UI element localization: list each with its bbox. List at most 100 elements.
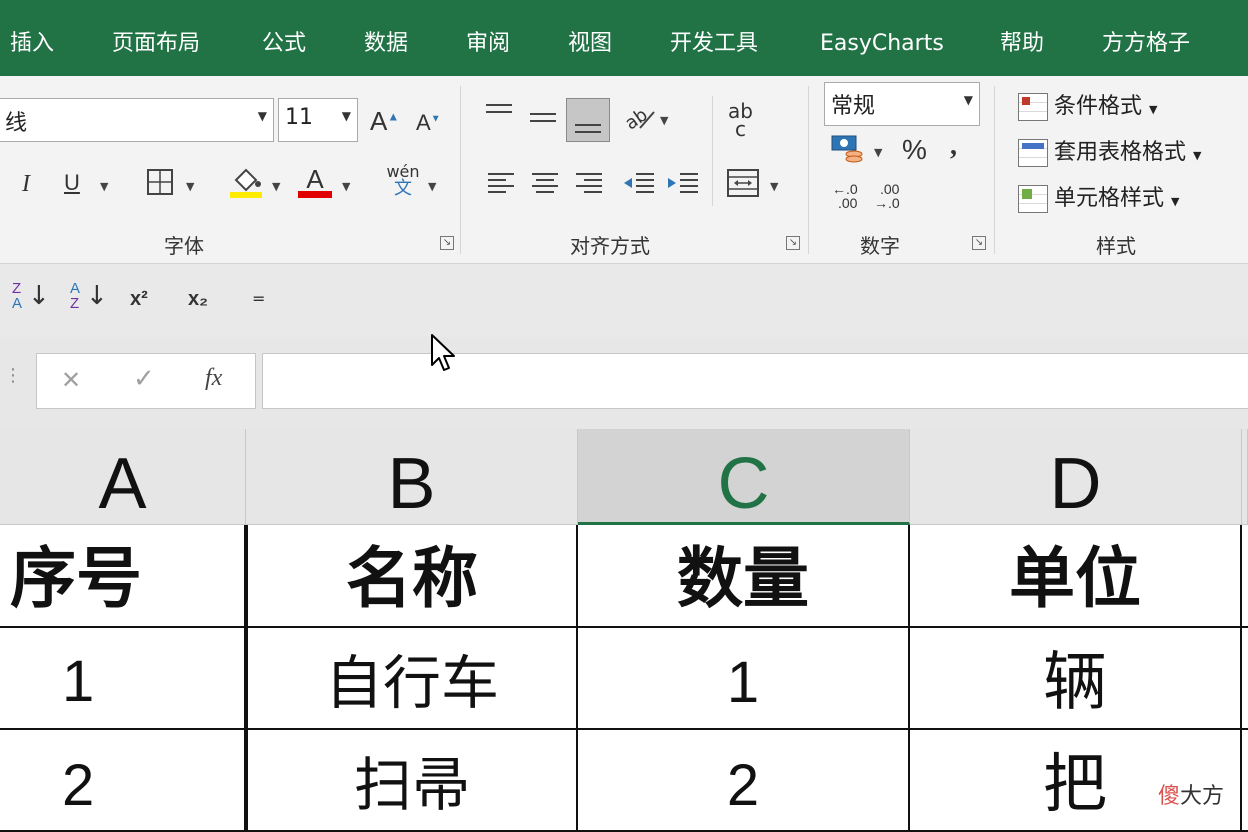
decrease-decimal-button[interactable]: .00 →.0 [874,182,900,210]
chevron-down-icon[interactable]: ▼ [660,114,668,127]
subscript-button[interactable]: x₂ [188,289,208,309]
align-top-button[interactable] [484,102,514,129]
align-center-button[interactable] [530,170,560,201]
chevron-down-icon[interactable]: ▼ [428,180,436,193]
tab-review[interactable]: 审阅 [466,26,510,62]
cell-b3[interactable]: 扫帚 [246,730,578,832]
merge-cells-icon [727,169,759,197]
cell-c1[interactable]: 数量 [578,525,910,628]
align-middle-button[interactable] [528,106,558,133]
cell-e3[interactable] [1242,730,1248,832]
underline-button[interactable]: U [64,172,80,194]
font-dialog-launcher-icon[interactable]: ↘ [440,236,454,250]
column-header-c[interactable]: C [578,429,910,525]
decrease-indent-button[interactable] [622,170,656,201]
cell-c2[interactable]: 1 [578,628,910,730]
chevron-down-icon[interactable]: ▼ [770,180,778,193]
cancel-icon[interactable]: ✕ [61,368,81,392]
sort-ascending-button[interactable]: Z A [12,281,22,311]
cell-a2[interactable]: 1 [0,628,246,730]
cell-a3[interactable]: 2 [0,730,246,832]
shrink-font-button[interactable]: A▼ [416,112,441,134]
cell-c3[interactable]: 2 [578,730,910,832]
enter-check-icon[interactable]: ✓ [133,366,155,392]
chevron-down-icon: ▼ [1149,103,1158,116]
merge-center-button[interactable] [726,168,760,203]
watermark-part2: 大方 [1180,784,1225,809]
cell-e1[interactable] [1242,525,1248,628]
svg-text:ab: ab [622,104,652,132]
decrease-indent-icon [624,173,654,193]
sort-descending-button[interactable]: A Z [70,281,80,311]
chevron-down-icon[interactable]: ▼ [874,146,882,159]
column-header-e[interactable] [1242,429,1248,525]
border-button[interactable] [146,168,174,201]
column-header-a[interactable]: A [0,429,246,525]
drag-handle-icon[interactable]: ⋮ [4,367,22,385]
cell-b2[interactable]: 自行车 [246,628,578,730]
cell-d1[interactable]: 单位 [910,525,1242,628]
chevron-down-icon[interactable]: ▼ [272,180,280,193]
column-header-d[interactable]: D [910,429,1242,525]
cell-a1[interactable]: 序号 [0,525,246,628]
ribbon-tab-bar: 插入 页面布局 公式 数据 审阅 视图 开发工具 EasyCharts 帮助 方… [0,0,1248,76]
increase-indent-icon [668,173,698,193]
align-bottom-button[interactable] [566,98,610,142]
percent-style-button[interactable]: % [902,136,927,164]
chevron-down-icon[interactable]: ▼ [342,180,350,193]
chevron-down-icon[interactable]: ▼ [100,180,108,193]
conditional-formatting-button[interactable]: 条件格式 ▼ [1018,88,1157,122]
customize-toolbar-button[interactable]: = [252,291,265,307]
font-color-button[interactable]: A [298,164,332,203]
watermark: 傻大方 [1158,778,1224,810]
cell-b1[interactable]: 名称 [246,525,578,628]
tab-insert[interactable]: 插入 [10,26,54,62]
phonetic-bottom-label: 文 [394,178,412,199]
comma-style-button[interactable]: , [950,132,957,160]
font-name-combo[interactable]: 线 ▼ [0,98,274,142]
tab-formulas[interactable]: 公式 [262,26,306,62]
chevron-down-icon[interactable]: ▼ [186,180,194,193]
number-format-combo[interactable]: 常规 ▼ [824,82,980,126]
tab-help[interactable]: 帮助 [1000,26,1044,62]
tab-fangfanggezi[interactable]: 方方格子 [1102,26,1190,62]
wrap-text-button[interactable]: ab c [728,101,753,139]
accounting-format-button[interactable] [830,134,864,169]
alignment-dialog-launcher-icon[interactable]: ↘ [786,236,800,250]
group-divider [460,86,461,254]
cell-e2[interactable] [1242,628,1248,730]
orientation-button[interactable]: ab [621,102,656,137]
chevron-down-icon[interactable]: ▼ [964,93,973,107]
tab-easycharts[interactable]: EasyCharts [820,26,944,62]
chevron-down-icon[interactable]: ▼ [342,109,351,123]
tab-view[interactable]: 视图 [568,26,612,62]
formula-input[interactable] [262,353,1248,409]
decrease-decimal-bottom: →.0 [874,195,900,211]
text-orientation-icon: ab [621,104,655,134]
tab-developer[interactable]: 开发工具 [670,26,758,62]
format-as-table-button[interactable]: 套用表格格式 ▼ [1018,134,1201,168]
decrease-decimal-top: .00 [880,181,900,197]
number-dialog-launcher-icon[interactable]: ↘ [972,236,986,250]
tab-data[interactable]: 数据 [364,26,408,62]
increase-decimal-button[interactable]: ←.0 .00 [832,182,858,210]
styles-group-label: 样式 [1096,234,1136,258]
align-left-button[interactable] [486,170,516,201]
italic-button[interactable]: I [22,172,30,196]
font-size-combo[interactable]: 11 ▼ [278,98,358,142]
superscript-button[interactable]: x² [130,289,148,309]
align-right-button[interactable] [574,170,604,201]
font-group-label: 字体 [164,234,204,258]
cell-d2[interactable]: 辆 [910,628,1242,730]
phonetic-guide-button[interactable]: wén 文 [386,164,420,198]
tab-page-layout[interactable]: 页面布局 [112,26,200,62]
chevron-down-icon[interactable]: ▼ [258,109,267,123]
insert-function-icon[interactable]: fx [205,366,222,390]
conditional-formatting-label: 条件格式 [1054,94,1143,119]
cell-styles-icon [1018,185,1048,213]
increase-indent-button[interactable] [666,170,700,201]
fill-color-button[interactable] [228,164,264,203]
grow-font-button[interactable]: A▲ [370,108,399,134]
column-header-b[interactable]: B [246,429,578,525]
cell-styles-button[interactable]: 单元格样式 ▼ [1018,180,1179,214]
